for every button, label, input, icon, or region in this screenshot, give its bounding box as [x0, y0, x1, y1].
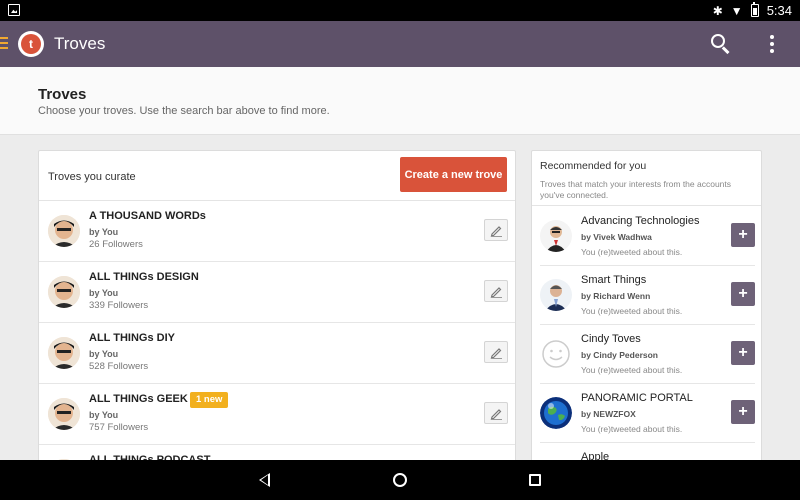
trove-name[interactable]: A THOUSAND WORDs [89, 210, 206, 222]
status-time: 5:34 [766, 3, 792, 18]
avatar [48, 215, 80, 247]
gallery-notification-icon [8, 4, 20, 16]
recommended-reason: You (re)tweeted about this. [581, 306, 683, 316]
trove-row[interactable]: ALL THINGs GEEK 1 new by You 757 Followe… [39, 384, 515, 445]
status-bar: ✱ ▼ 5:34 [0, 0, 800, 21]
trove-followers: 528 Followers [89, 361, 149, 372]
recents-icon[interactable] [529, 474, 541, 486]
logo-letter: t [21, 34, 41, 54]
recommended-item[interactable]: Smart Things by Richard Wenn You (re)twe… [540, 266, 755, 325]
trove-followers: 757 Followers [89, 422, 149, 433]
recommended-owner: by Cindy Pederson [581, 350, 658, 360]
recommended-owner: by Richard Wenn [581, 291, 651, 301]
edit-trove-button[interactable] [484, 219, 508, 241]
edit-trove-button[interactable] [484, 280, 508, 302]
recommended-item[interactable]: Cindy Toves by Cindy Pederson You (re)tw… [540, 325, 755, 384]
recommended-subtitle: Troves that match your interests from th… [540, 179, 732, 200]
avatar [48, 337, 80, 369]
wifi-icon: ▼ [730, 3, 743, 18]
recommended-title: Recommended for you [540, 160, 647, 172]
avatar [48, 398, 80, 430]
recommended-item[interactable]: Advancing Technologies by Vivek Wadhwa Y… [540, 207, 755, 266]
pencil-icon [490, 348, 502, 359]
edit-trove-button[interactable] [484, 341, 508, 363]
trove-followers: 339 Followers [89, 300, 149, 311]
trove-name[interactable]: ALL THINGs DIY [89, 332, 175, 344]
trove-owner: by You [89, 288, 119, 298]
avatar [48, 276, 80, 308]
recommended-name[interactable]: Advancing Technologies [581, 215, 699, 227]
battery-icon [750, 1, 759, 17]
recommended-name[interactable]: PANORAMIC PORTAL [581, 392, 693, 404]
pencil-icon [490, 226, 502, 237]
bluetooth-icon: ✱ [712, 3, 723, 18]
recommended-reason: You (re)tweeted about this. [581, 424, 683, 434]
trove-owner: by You [89, 227, 119, 237]
trove-row[interactable]: ALL THINGs DESIGN by You 339 Followers [39, 262, 515, 323]
trove-row[interactable]: A THOUSAND WORDs by You 26 Followers [39, 201, 515, 262]
new-badge: 1 new [190, 392, 229, 408]
home-icon[interactable] [393, 473, 407, 487]
curate-header: Troves you curate Create a new trove [39, 151, 515, 201]
trove-followers: 26 Followers [89, 239, 143, 250]
pencil-icon [490, 409, 502, 420]
recommended-reason: You (re)tweeted about this. [581, 247, 683, 257]
recommended-item[interactable]: PANORAMIC PORTAL by NEWZFOX You (re)twee… [540, 384, 755, 443]
back-icon[interactable] [259, 473, 270, 487]
recommended-reason: You (re)tweeted about this. [581, 365, 683, 375]
recommended-card: Recommended for you Troves that match yo… [531, 150, 762, 470]
recommended-owner: by NEWZFOX [581, 409, 636, 419]
navigation-bar [0, 460, 800, 500]
search-icon[interactable] [711, 34, 731, 54]
overflow-menu-icon[interactable] [770, 35, 774, 53]
trove-name[interactable]: ALL THINGs DESIGN [89, 271, 199, 283]
pencil-icon [490, 287, 502, 298]
recommended-name[interactable]: Smart Things [581, 274, 646, 286]
page-header: Troves Choose your troves. Use the searc… [0, 67, 800, 135]
add-trove-button[interactable]: + [731, 400, 755, 424]
app-title: Troves [54, 34, 106, 53]
recommended-header: Recommended for you Troves that match yo… [532, 151, 761, 206]
avatar [540, 279, 572, 311]
app-bar: t Troves [0, 21, 800, 67]
add-trove-button[interactable]: + [731, 341, 755, 365]
trove-name[interactable]: ALL THINGs GEEK [89, 393, 188, 405]
globe-avatar [540, 397, 572, 429]
edit-trove-button[interactable] [484, 402, 508, 424]
recommended-name[interactable]: Cindy Toves [581, 333, 641, 345]
add-trove-button[interactable]: + [731, 282, 755, 306]
trove-owner: by You [89, 349, 119, 359]
avatar [540, 220, 572, 252]
curate-label: Troves you curate [48, 171, 136, 183]
trove-owner: by You [89, 410, 119, 420]
page-subtitle: Choose your troves. Use the search bar a… [38, 105, 330, 117]
menu-icon[interactable] [0, 37, 8, 50]
default-avatar-icon [540, 338, 572, 370]
recommended-owner: by Vivek Wadhwa [581, 232, 652, 242]
trove-row[interactable]: ALL THINGs DIY by You 528 Followers [39, 323, 515, 384]
trove-logo[interactable]: t [18, 31, 44, 57]
add-trove-button[interactable]: + [731, 223, 755, 247]
curate-card: Troves you curate Create a new trove A T… [38, 150, 516, 470]
create-trove-button[interactable]: Create a new trove [400, 157, 507, 192]
page-title: Troves [38, 86, 87, 103]
